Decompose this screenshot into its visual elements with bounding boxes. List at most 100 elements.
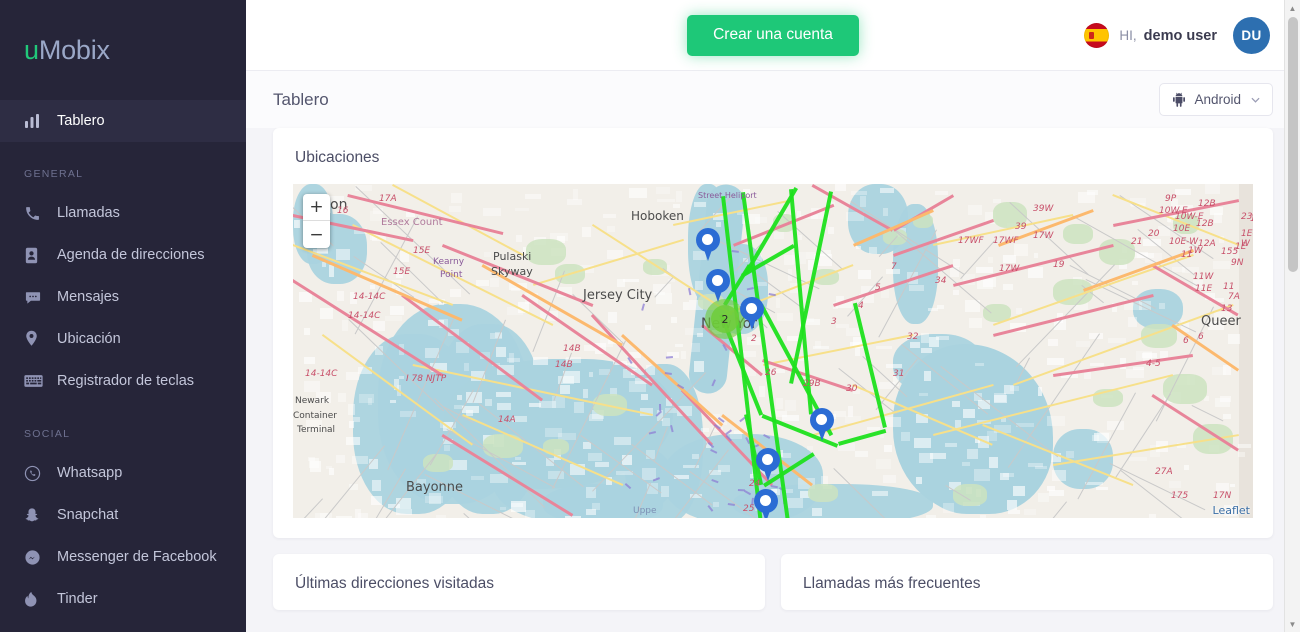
- leaflet-attribution[interactable]: Leaflet: [1213, 504, 1250, 517]
- phone-icon: [24, 203, 50, 223]
- map-marker-cluster[interactable]: 2: [705, 299, 745, 339]
- map-block: [935, 191, 948, 196]
- map-highway-label: 6: [1183, 336, 1189, 346]
- sidebar-item-tinder[interactable]: Tinder: [0, 578, 246, 620]
- scroll-down-arrow[interactable]: ▼: [1285, 616, 1300, 632]
- map-block: [645, 325, 650, 330]
- map-highway-label: 14-14C: [305, 369, 337, 379]
- map-block: [855, 451, 869, 457]
- map-block: [451, 193, 463, 203]
- map-block: [336, 455, 345, 463]
- map-block: [671, 317, 677, 324]
- map-block: [1085, 482, 1103, 485]
- spain-flag-icon[interactable]: [1084, 23, 1109, 48]
- page-scrollbar[interactable]: ▲ ▼: [1284, 0, 1300, 632]
- map-block: [807, 446, 813, 450]
- map-block: [798, 235, 802, 240]
- map-block: [860, 196, 866, 207]
- sidebar-item-snapchat[interactable]: Snapchat: [0, 494, 246, 536]
- page-title: Tablero: [273, 90, 1159, 110]
- map-block: [306, 420, 322, 430]
- device-label: Android: [1194, 92, 1241, 107]
- zoom-in-button[interactable]: +: [303, 194, 330, 221]
- map-block: [884, 417, 900, 426]
- map-block: [1003, 255, 1016, 262]
- map-block: [776, 298, 781, 308]
- map-block: [583, 389, 588, 399]
- map-highway-label: 30: [846, 384, 857, 394]
- map-block: [987, 431, 997, 441]
- sidebar-item-agenda-de-direcciones[interactable]: Agenda de direcciones: [0, 234, 246, 276]
- logo[interactable]: uMobix: [0, 0, 246, 100]
- map-block: [994, 393, 1006, 402]
- avatar[interactable]: DU: [1233, 17, 1270, 54]
- map-block: [500, 507, 506, 511]
- map-block: [755, 217, 768, 223]
- map-highway-label: 17W: [1033, 231, 1053, 241]
- sidebar-item-ubicacion[interactable]: Ubicación: [0, 318, 246, 360]
- map-block: [588, 453, 602, 461]
- map-block: [509, 353, 514, 362]
- pin-dot: [712, 275, 723, 286]
- map-block: [835, 184, 846, 190]
- map-block: [525, 194, 541, 198]
- device-selector[interactable]: Android: [1159, 83, 1273, 116]
- map-block: [777, 313, 794, 321]
- map-pin-marker[interactable]: [706, 269, 730, 303]
- map-pin-marker[interactable]: [740, 297, 764, 331]
- chat-bubble-icon: [24, 287, 50, 307]
- map-block: [1205, 184, 1220, 194]
- sidebar-item-label: Tinder: [57, 591, 98, 607]
- sidebar-item-messenger-de-facebook[interactable]: Messenger de Facebook: [0, 536, 246, 578]
- map-block: [1238, 444, 1251, 448]
- map-block: [329, 468, 334, 475]
- map-highway-label: 14-14C: [348, 311, 380, 321]
- map-highway-label: 17A: [379, 194, 397, 204]
- sidebar-item-whatsapp[interactable]: Whatsapp: [0, 452, 246, 494]
- map-highway-label: 9N: [1231, 258, 1243, 268]
- map-ferry-dash: [727, 503, 734, 506]
- sidebar-item-registrador-de-teclas[interactable]: Registrador de teclas: [0, 360, 246, 402]
- map-block: [1000, 473, 1009, 480]
- pin-dot: [762, 454, 773, 465]
- chart-bars-icon: [24, 111, 50, 131]
- map-block: [342, 320, 348, 330]
- map-block: [694, 361, 704, 372]
- locations-map[interactable]: HonEssex CountHobokenStreet HeliportPula…: [293, 184, 1253, 518]
- map-block: [614, 437, 631, 444]
- map-block: [656, 293, 672, 304]
- map-block: [886, 364, 902, 368]
- map-block: [901, 432, 910, 441]
- map-pin-marker[interactable]: [696, 228, 720, 262]
- map-block: [349, 421, 354, 428]
- map-highway-label: 34: [935, 276, 946, 286]
- map-block: [914, 438, 931, 447]
- map-block: [483, 208, 501, 215]
- map-block: [1090, 363, 1104, 366]
- scrollbar-thumb[interactable]: [1288, 17, 1298, 272]
- map-pin-marker[interactable]: [810, 408, 834, 442]
- sidebar-item-label: Agenda de direcciones: [57, 247, 205, 263]
- map-block: [1034, 253, 1038, 258]
- map-block: [924, 371, 931, 381]
- map-feature: [1163, 374, 1207, 404]
- map-block: [681, 351, 686, 358]
- create-account-button[interactable]: Crear una cuenta: [687, 15, 859, 56]
- map-block: [883, 475, 896, 483]
- sidebar-item-llamadas[interactable]: Llamadas: [0, 192, 246, 234]
- map-block: [399, 376, 404, 379]
- map-block: [836, 324, 849, 328]
- map-pin-marker[interactable]: [754, 489, 778, 518]
- map-highway-label: 9P: [1165, 194, 1176, 204]
- sidebar-item-label: Mensajes: [57, 289, 119, 305]
- card-ultimas-direcciones: Últimas direcciones visitadas: [273, 554, 765, 610]
- map-block: [876, 346, 892, 349]
- scroll-up-arrow[interactable]: ▲: [1285, 0, 1300, 16]
- map-block: [1024, 509, 1036, 516]
- map-block: [909, 285, 923, 291]
- sidebar-item-mensajes[interactable]: Mensajes: [0, 276, 246, 318]
- map-pin-marker[interactable]: [756, 448, 780, 482]
- map-block: [1212, 367, 1226, 375]
- zoom-out-button[interactable]: −: [303, 221, 330, 248]
- sidebar-item-tablero[interactable]: Tablero: [0, 100, 246, 142]
